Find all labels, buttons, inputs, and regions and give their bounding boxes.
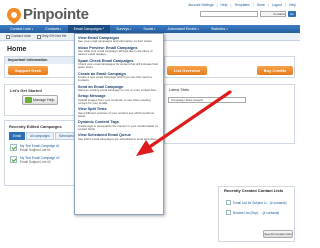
nav-automated-emails[interactable]: Automated Emails ▾ (161, 27, 204, 31)
nav-label: Social (143, 27, 154, 31)
store-link[interactable]: Store (257, 3, 265, 7)
chevron-down-icon: ▾ (130, 27, 132, 31)
latest-stats-panel: Latest Stats (164, 84, 295, 144)
chevron-down-icon: ▾ (154, 27, 156, 31)
logo-wordmark: Pinpointe (23, 6, 89, 23)
menu-item-send-campaign[interactable]: Send an Email Campaign Send an existing … (78, 85, 160, 93)
campaign-check-icon (10, 144, 17, 151)
nav-label: Contact Lists (10, 27, 31, 31)
subbar-label: Contact Lists (11, 34, 31, 39)
see-all-lists-button[interactable]: See All Contact Lists (263, 230, 293, 238)
search-input[interactable] (200, 11, 258, 17)
stats-campaign-select[interactable]: Campaign Stats (select) (168, 97, 246, 103)
nav-label: Statistics (210, 27, 226, 31)
recent-lists-heading: Recently Created Contact Lists (224, 188, 284, 193)
menu-item-inbox-preview[interactable]: Inbox Preview: Email Campaigns See what … (78, 46, 160, 57)
campaign-subject: Email Subject Line #2 (20, 160, 51, 164)
subbar-label: Only 0% Not Yet (41, 34, 67, 39)
menu-item-dynamic-content-tags[interactable]: Dynamic Content Tags Create tags to pers… (78, 120, 160, 131)
nav-contact-lists[interactable]: Contact Lists ▾ (4, 27, 39, 31)
subbar-contact-lists[interactable]: Contact Lists (6, 34, 31, 39)
chevron-down-icon: ▾ (226, 27, 228, 31)
campaign-text: My Test Email Campaign #1 Email Subject … (20, 144, 60, 152)
contact-list-link[interactable]: Email List for Subject Li... (# contacts… (233, 201, 287, 205)
manage-help-label: Manage Help (33, 98, 55, 102)
menu-item-desc: Create tags to personalize the content i… (78, 123, 159, 132)
search-scope-select[interactable]: Contacts (260, 11, 286, 17)
main-nav: Contact Lists ▾ Contacts ▾ Email Campaigns… (0, 25, 300, 33)
subbar-filter[interactable]: Only 0% Not Yet (36, 34, 67, 39)
contact-list-link[interactable]: Browse List (Sep) ... (# contacts) (233, 211, 279, 215)
menu-item-view-split-tests[interactable]: View Split Tests Send different versions… (78, 107, 160, 118)
buy-credits-button[interactable]: Buy Credits (257, 66, 293, 75)
campaign-check-icon (10, 156, 17, 163)
chevron-down-icon: ▾ (60, 27, 62, 31)
menu-item-desc: See what your email campaign will look l… (78, 49, 153, 57)
nav-label: Email Campaigns (73, 27, 102, 31)
menu-item-desc: Upload images from your computer to use … (78, 97, 151, 106)
support-desk-button[interactable]: Support Desk (8, 66, 48, 75)
chevron-down-icon: ▾ (31, 27, 34, 31)
logo-mark-icon (7, 8, 21, 24)
help-icon (25, 97, 32, 103)
help-link[interactable]: Help (221, 3, 228, 7)
top-links: Account Settings | Help | Templates | Store… (188, 3, 296, 7)
latest-stats-label: Latest Stats (169, 88, 190, 92)
menu-item-desc: Create a new email campaign which you ca… (78, 75, 153, 83)
menu-item-desc: See which email campaigns are scheduled … (78, 136, 158, 141)
page-title: Home (7, 46, 27, 53)
menu-item-view-email-campaigns[interactable]: View Email Campaigns See your email camp… (78, 36, 160, 44)
nav-social[interactable]: Social ▾ (137, 27, 161, 31)
email-campaigns-dropdown: View Email Campaigns See your email camp… (74, 33, 164, 215)
nav-contacts[interactable]: Contacts ▾ (39, 27, 68, 31)
tab-all-campaigns[interactable]: All campaigns (25, 132, 54, 140)
list-item[interactable]: Browse List (Sep) ... (# contacts) (226, 210, 279, 215)
list-overview-button[interactable]: List Overview (167, 66, 207, 75)
manage-help-button[interactable]: Manage Help (22, 95, 58, 105)
menu-item-desc: See your email campaigns and information… (78, 39, 153, 44)
logout-link[interactable]: Logout (272, 3, 282, 7)
menu-item-desc: Send different versions of your email to… (78, 110, 154, 119)
menu-item-desc: Send an existing email campaign to one o… (78, 88, 157, 93)
contact-list-icon (226, 210, 231, 215)
list-item[interactable]: Email List for Subject Li... (# contacts… (226, 200, 287, 205)
account-settings-link[interactable]: Account Settings (188, 3, 213, 7)
nav-label: Surveys (116, 27, 130, 31)
search-row: Contacts Go (174, 11, 296, 17)
menu-item-create-campaign[interactable]: Create an Email Campaign Create a new em… (78, 72, 160, 83)
menu-item-setup-message[interactable]: Setup Message Upload images from your co… (78, 94, 160, 105)
tab-email[interactable]: Email (9, 132, 25, 140)
nav-surveys[interactable]: Surveys ▾ (110, 27, 137, 31)
menu-item-desc: Check your email campaigns for content t… (78, 62, 159, 70)
checkbox[interactable] (36, 34, 41, 39)
chevron-down-icon: ▾ (197, 27, 199, 31)
search-go-button[interactable]: Go (288, 11, 296, 17)
menu-item-scheduled-queue[interactable]: View Scheduled Email Queue See which ema… (78, 133, 160, 141)
top-utility-area: Account Settings | Help | Templates | Store… (174, 3, 296, 17)
templates-link[interactable]: Templates (234, 3, 249, 7)
chevron-down-icon: ▾ (102, 27, 105, 30)
campaign-subject: Email Subject Line #1 (20, 148, 51, 152)
menu-item-spam-check[interactable]: Spam Check Email Campaigns Check your em… (78, 59, 160, 70)
help-link-2[interactable]: Help (289, 3, 296, 7)
contact-list-icon (226, 200, 231, 205)
nav-statistics[interactable]: Statistics ▾ (205, 27, 234, 31)
nav-label: Automated Emails (167, 27, 197, 31)
nav-email-campaigns[interactable]: Email Campaigns ▾ (67, 25, 111, 33)
nav-label: Contacts (45, 27, 60, 31)
campaign-text: My Test Email Campaign #2 Email Subject … (20, 156, 60, 164)
checkbox[interactable] (6, 34, 10, 39)
